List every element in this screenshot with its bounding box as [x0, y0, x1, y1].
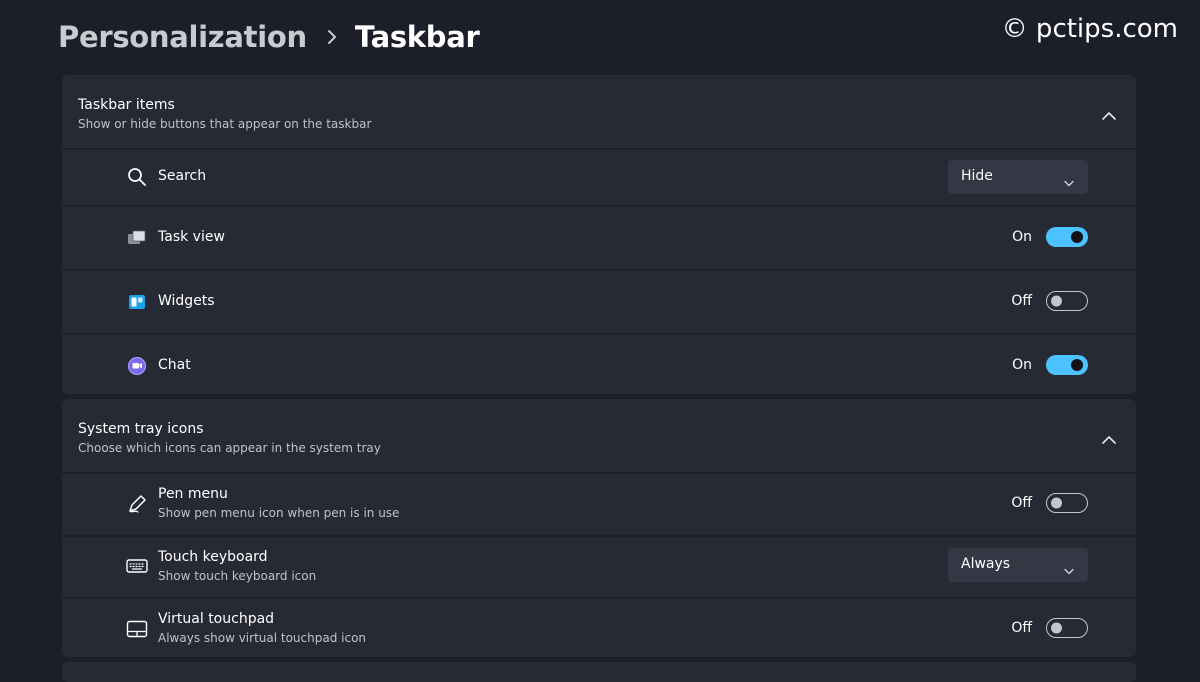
setting-description: Always show virtual touchpad icon — [158, 631, 367, 645]
setting-description: Show touch keyboard icon — [158, 569, 317, 583]
section-title: Taskbar items — [78, 97, 175, 113]
toggle-knob — [1051, 295, 1062, 307]
setting-label: Chat — [158, 357, 191, 373]
pen-menu-toggle[interactable] — [1046, 493, 1088, 513]
setting-description: Show pen menu icon when pen is in use — [158, 506, 400, 520]
chevron-down-icon — [1064, 560, 1074, 579]
task-view-icon — [126, 227, 148, 249]
chat-icon — [126, 355, 148, 377]
taskbar-items-header[interactable]: Taskbar items Show or hide buttons that … — [62, 75, 1136, 148]
system-tray-header[interactable]: System tray icons Choose which icons can… — [62, 399, 1136, 472]
setting-row-task-view: Task view On — [62, 205, 1136, 269]
touchpad-icon — [126, 618, 148, 640]
chevron-right-icon — [327, 29, 337, 45]
setting-label: Virtual touchpad — [158, 611, 275, 627]
setting-row-chat: Chat On — [62, 333, 1136, 394]
setting-row-search: Search Hide — [62, 148, 1136, 205]
setting-label: Widgets — [158, 293, 215, 309]
toggle-state-text: On — [1012, 357, 1032, 373]
dropdown-value: Hide — [961, 168, 993, 184]
toggle-state-text: Off — [1011, 495, 1032, 511]
toggle-state-text: Off — [1011, 293, 1032, 309]
pen-icon — [126, 493, 148, 515]
chevron-up-icon[interactable] — [1102, 105, 1116, 124]
taskbar-items-section: Taskbar items Show or hide buttons that … — [62, 75, 1136, 394]
next-section-card[interactable] — [62, 662, 1136, 682]
section-subtitle: Show or hide buttons that appear on the … — [78, 117, 372, 131]
setting-label: Search — [158, 168, 207, 184]
toggle-state-text: On — [1012, 229, 1032, 245]
setting-label: Pen menu — [158, 486, 228, 502]
setting-label: Task view — [158, 229, 225, 245]
watermark: © pctips.com — [1001, 14, 1178, 44]
widgets-icon — [126, 291, 148, 313]
search-icon — [126, 166, 148, 188]
toggle-knob — [1051, 622, 1062, 634]
toggle-knob — [1051, 497, 1062, 509]
virtual-touchpad-toggle[interactable] — [1046, 618, 1088, 638]
breadcrumb-parent[interactable]: Personalization — [58, 20, 307, 54]
section-subtitle: Choose which icons can appear in the sys… — [78, 441, 381, 455]
toggle-knob — [1071, 231, 1083, 243]
setting-row-pen-menu: Pen menu Show pen menu icon when pen is … — [62, 472, 1136, 535]
search-dropdown[interactable]: Hide — [948, 160, 1088, 194]
section-title: System tray icons — [78, 421, 204, 437]
setting-row-virtual-touchpad: Virtual touchpad Always show virtual tou… — [62, 597, 1136, 657]
setting-label: Touch keyboard — [158, 549, 268, 565]
setting-row-widgets: Widgets Off — [62, 269, 1136, 333]
system-tray-section: System tray icons Choose which icons can… — [62, 399, 1136, 657]
chat-toggle[interactable] — [1046, 355, 1088, 375]
chevron-down-icon — [1064, 172, 1074, 191]
keyboard-icon — [126, 555, 148, 577]
breadcrumb: Personalization Taskbar — [58, 14, 480, 60]
chevron-up-icon[interactable] — [1102, 429, 1116, 448]
toggle-state-text: Off — [1011, 620, 1032, 636]
dropdown-value: Always — [961, 556, 1011, 572]
toggle-knob — [1071, 359, 1083, 371]
page-title: Taskbar — [354, 20, 480, 54]
touch-keyboard-dropdown[interactable]: Always — [948, 548, 1088, 582]
widgets-toggle[interactable] — [1046, 291, 1088, 311]
setting-row-touch-keyboard: Touch keyboard Show touch keyboard icon … — [62, 535, 1136, 597]
task-view-toggle[interactable] — [1046, 227, 1088, 247]
